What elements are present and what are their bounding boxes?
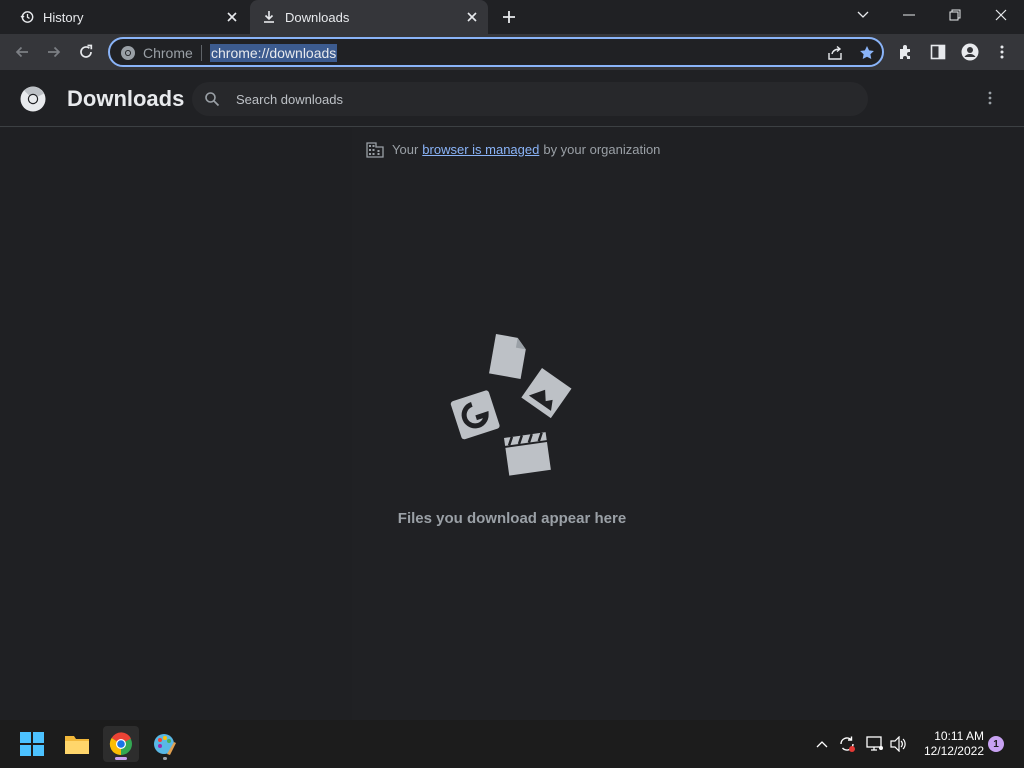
minimize-button[interactable] (894, 4, 924, 26)
managed-notice: Your browser is managed by your organiza… (366, 140, 660, 158)
minimize-icon (903, 14, 915, 16)
close-window-button[interactable] (986, 4, 1016, 26)
search-icon (205, 92, 220, 107)
tab-downloads-label: Downloads (285, 9, 350, 25)
tab-search-button[interactable] (848, 4, 878, 26)
taskbar-clock[interactable]: 10:11 AM 12/12/2022 (914, 729, 984, 759)
tab-history[interactable]: History (8, 0, 248, 34)
tab-strip: History Downloads (0, 0, 1024, 34)
arrow-right-icon (48, 46, 61, 58)
side-gutter-right (660, 128, 1024, 720)
clock-date: 12/12/2022 (923, 744, 984, 758)
download-icon (262, 10, 276, 24)
chevron-down-icon (857, 11, 869, 18)
active-app-indicator (115, 757, 127, 760)
bookmark-star-icon[interactable] (858, 44, 876, 62)
more-vert-icon (988, 91, 992, 105)
downloads-content: Your browser is managed by your organiza… (0, 128, 1024, 720)
tab-downloads[interactable]: Downloads (250, 0, 488, 34)
reload-icon (80, 44, 93, 58)
new-tab-button[interactable] (499, 7, 519, 27)
share-icon[interactable] (826, 44, 844, 62)
browser-managed-link[interactable]: browser is managed (422, 142, 539, 157)
notification-badge[interactable]: 1 (988, 736, 1004, 752)
volume-icon[interactable] (889, 734, 909, 754)
restore-icon (949, 9, 961, 21)
network-icon[interactable] (865, 734, 885, 754)
close-icon (995, 9, 1007, 21)
tab-history-label: History (43, 9, 84, 25)
chrome-logo-icon (20, 86, 46, 112)
chrome-menu-icon[interactable] (992, 42, 1012, 62)
running-app-indicator (163, 757, 167, 760)
forward-button[interactable] (42, 40, 66, 64)
close-tab-history-icon[interactable] (224, 9, 240, 25)
clock-time: 10:11 AM (934, 729, 984, 743)
back-button[interactable] (10, 40, 34, 64)
page-title: Downloads (67, 86, 185, 111)
show-hidden-icons-button[interactable] (812, 734, 832, 754)
side-gutter-left (0, 128, 352, 720)
folder-icon (65, 736, 89, 754)
address-bar[interactable]: Chrome chrome://downloads (108, 37, 884, 67)
chevron-up-icon (816, 741, 828, 748)
reload-button[interactable] (74, 40, 98, 64)
side-panel-icon[interactable] (928, 42, 948, 62)
url-text[interactable]: chrome://downloads (210, 44, 338, 62)
downloads-header: Downloads (0, 70, 1024, 127)
building-icon (366, 142, 384, 158)
page-menu-button[interactable] (980, 88, 1000, 108)
sync-status-icon[interactable] (837, 734, 857, 754)
omnibox-chip: Chrome (143, 45, 193, 61)
empty-downloads-illustration-icon (450, 334, 572, 476)
empty-state-message: Files you download appear here (397, 510, 627, 527)
arrow-left-icon (15, 46, 28, 58)
restore-button[interactable] (940, 4, 970, 26)
chrome-app-icon (109, 732, 132, 756)
profile-avatar-icon[interactable] (960, 42, 980, 62)
omnibox-separator (201, 45, 202, 61)
taskbar-paint[interactable] (147, 726, 183, 762)
managed-prefix: Your (392, 141, 419, 157)
close-tab-downloads-icon[interactable] (464, 9, 480, 25)
taskbar-chrome[interactable] (103, 726, 139, 762)
start-button[interactable] (14, 726, 50, 762)
chrome-icon (121, 46, 135, 60)
history-icon (20, 10, 34, 24)
windows-logo-icon (20, 732, 44, 756)
search-field[interactable] (192, 82, 868, 116)
managed-suffix: by your organization (543, 141, 661, 157)
browser-toolbar: Chrome chrome://downloads (0, 34, 1024, 70)
plus-icon (503, 11, 515, 23)
paint-palette-icon (154, 734, 176, 755)
extensions-icon[interactable] (896, 42, 916, 62)
search-downloads-input[interactable] (236, 90, 836, 108)
taskbar-file-explorer[interactable] (59, 726, 95, 762)
windows-taskbar: 10:11 AM 12/12/2022 1 (0, 720, 1024, 768)
